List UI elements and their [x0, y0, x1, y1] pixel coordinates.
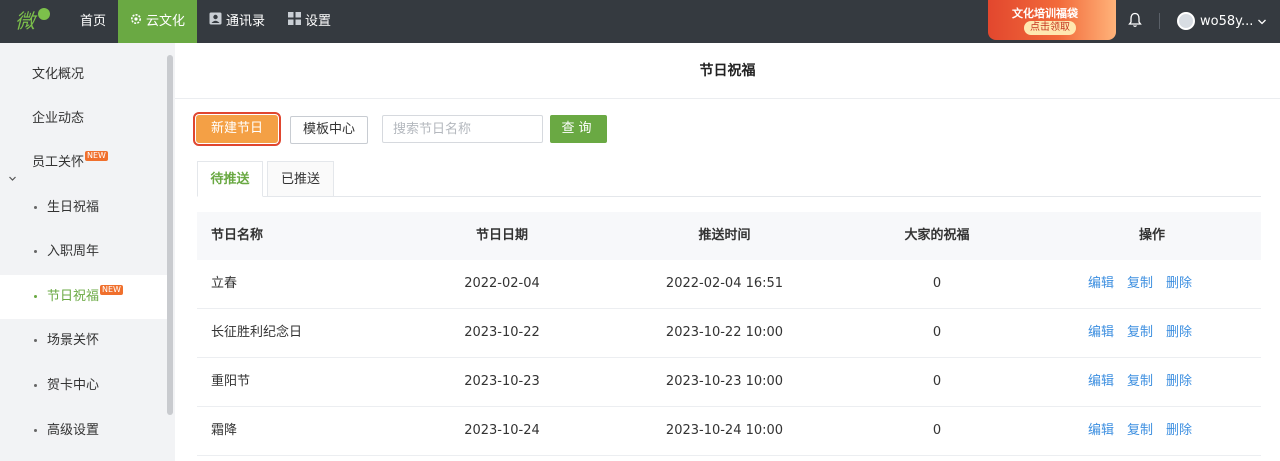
edit-link[interactable]: 编辑 [1088, 309, 1114, 357]
cell-holiday-date: 2022-02-04 [464, 276, 540, 291]
nav-home[interactable]: 首页 [80, 0, 106, 43]
new-holiday-button[interactable]: 新建节日 [193, 112, 281, 146]
copy-link[interactable]: 复制 [1127, 358, 1153, 406]
page-title: 节日祝福 [175, 43, 1280, 99]
cell-holiday-date: 2023-10-23 [464, 374, 540, 389]
sidebar-item-label: 高级设置 [47, 423, 100, 438]
header-holiday-name: 节日名称 [211, 228, 264, 243]
bullet-icon [34, 206, 37, 209]
edit-link[interactable]: 编辑 [1088, 260, 1114, 308]
table-row: 重阳节 2023-10-23 2023-10-23 10:00 0 编辑 复制 … [197, 358, 1261, 407]
nav-home-label: 首页 [80, 14, 107, 29]
sidebar-item-label: 节日祝福 [47, 289, 100, 304]
sidebar-item-label: 企业动态 [32, 111, 85, 126]
delete-link[interactable]: 删除 [1166, 309, 1192, 357]
bell-icon[interactable] [1128, 12, 1142, 32]
nav-contacts[interactable]: 通讯录 [209, 0, 265, 43]
nav-settings[interactable]: 设置 [288, 0, 331, 43]
topbar-divider [1159, 13, 1160, 29]
cell-wishes: 0 [932, 276, 942, 291]
cell-push-time: 2023-10-24 10:00 [665, 423, 784, 438]
cell-holiday-name: 立春 [211, 276, 238, 291]
table-row: 立春 2022-02-04 2022-02-04 16:51 0 编辑 复制 删… [197, 260, 1261, 309]
top-bar: 微 首页 云文化 通讯录 设置 文化培训福袋 点击领取 wo58y... [0, 0, 1280, 43]
table-header: 节日名称 节日日期 推送时间 大家的祝福 操作 [197, 212, 1261, 260]
header-push-time: 推送时间 [698, 228, 751, 243]
sidebar-item-employee-care[interactable]: 员工关怀 NEW [0, 141, 168, 185]
bullet-icon [34, 295, 37, 298]
sidebar-item-label: 入职周年 [47, 244, 100, 259]
promo-cta: 点击领取 [1024, 21, 1076, 35]
sidebar-scrollbar[interactable] [167, 55, 173, 415]
main-content: 节日祝福 新建节日 模板中心 查询 待推送 已推送 节日名称 节日日期 推送时间… [175, 43, 1280, 461]
nav-settings-label: 设置 [305, 14, 332, 29]
sidebar-item-culture-overview[interactable]: 文化概况 [0, 53, 168, 97]
edit-link[interactable]: 编辑 [1088, 407, 1114, 455]
tab-bar: 待推送 已推送 [197, 161, 1261, 197]
table-row: 霜降 2023-10-24 2023-10-24 10:00 0 编辑 复制 删… [197, 407, 1261, 456]
grid-icon [288, 0, 301, 43]
bullet-icon [34, 339, 37, 342]
sidebar-item-holiday-greetings[interactable]: 节日祝福 NEW [0, 275, 168, 319]
gear-icon [130, 0, 142, 43]
svg-text:微: 微 [15, 9, 38, 33]
avatar[interactable] [1177, 12, 1195, 30]
cell-wishes: 0 [932, 423, 942, 438]
search-input[interactable] [382, 115, 543, 143]
edit-link[interactable]: 编辑 [1088, 358, 1114, 406]
table-row: 长征胜利纪念日 2023-10-22 2023-10-22 10:00 0 编辑… [197, 309, 1261, 358]
sidebar-item-label: 贺卡中心 [47, 378, 100, 393]
cell-push-time: 2023-10-23 10:00 [665, 374, 784, 389]
delete-link[interactable]: 删除 [1166, 260, 1192, 308]
cell-holiday-name: 长征胜利纪念日 [211, 325, 303, 340]
cell-holiday-name: 重阳节 [211, 374, 251, 389]
sidebar-item-card-center[interactable]: 贺卡中心 [0, 364, 168, 408]
sidebar-item-label: 生日祝福 [47, 200, 100, 215]
sidebar: 文化概况 企业动态 员工关怀 NEW 生日祝福 入职周年 节日祝福 NEW 场景关怀… [0, 43, 175, 461]
template-center-button[interactable]: 模板中心 [290, 116, 368, 144]
cell-holiday-date: 2023-10-24 [464, 423, 540, 438]
username[interactable]: wo58y... [1200, 0, 1253, 43]
bullet-icon [34, 429, 37, 432]
copy-link[interactable]: 复制 [1127, 309, 1153, 357]
sidebar-item-scene-care[interactable]: 场景关怀 [0, 319, 168, 363]
cell-push-time: 2022-02-04 16:51 [665, 276, 784, 291]
cell-holiday-name: 霜降 [211, 423, 238, 438]
holiday-table: 节日名称 节日日期 推送时间 大家的祝福 操作 立春 2022-02-04 20… [197, 212, 1261, 456]
tab-pending[interactable]: 待推送 [197, 161, 263, 197]
nav-cloud-culture-label: 云文化 [146, 14, 186, 29]
nav-cloud-culture[interactable]: 云文化 [118, 0, 197, 43]
sidebar-item-anniversary[interactable]: 入职周年 [0, 230, 168, 274]
cell-holiday-date: 2023-10-22 [464, 325, 540, 340]
sidebar-item-label: 场景关怀 [47, 333, 100, 348]
delete-link[interactable]: 删除 [1166, 407, 1192, 455]
nav-contacts-label: 通讯录 [226, 14, 266, 29]
sidebar-item-label: 文化概况 [32, 67, 85, 82]
contact-card-icon [209, 0, 222, 43]
copy-link[interactable]: 复制 [1127, 407, 1153, 455]
sidebar-item-label: 员工关怀 [32, 155, 85, 170]
query-button[interactable]: 查询 [550, 115, 607, 143]
app-logo[interactable]: 微 [14, 6, 52, 34]
sidebar-item-company-news[interactable]: 企业动态 [0, 97, 168, 141]
copy-link[interactable]: 复制 [1127, 260, 1153, 308]
tab-pushed[interactable]: 已推送 [267, 161, 334, 197]
sidebar-item-advanced-settings[interactable]: 高级设置 [0, 409, 168, 453]
bullet-icon [34, 250, 37, 253]
header-holiday-date: 节日日期 [475, 228, 528, 243]
sidebar-item-birthday[interactable]: 生日祝福 [0, 186, 168, 230]
promo-banner[interactable]: 文化培训福袋 点击领取 [988, 0, 1116, 40]
cell-wishes: 0 [932, 325, 942, 340]
header-actions: 操作 [1138, 228, 1165, 243]
delete-link[interactable]: 删除 [1166, 358, 1192, 406]
new-badge: NEW [100, 285, 123, 295]
cell-push-time: 2023-10-22 10:00 [665, 325, 784, 340]
bullet-icon [34, 384, 37, 387]
promo-title: 文化培训福袋 [1012, 7, 1078, 20]
new-badge: NEW [85, 151, 108, 161]
header-wishes: 大家的祝福 [904, 228, 970, 243]
chevron-down-icon[interactable] [1257, 16, 1267, 31]
cell-wishes: 0 [932, 374, 942, 389]
